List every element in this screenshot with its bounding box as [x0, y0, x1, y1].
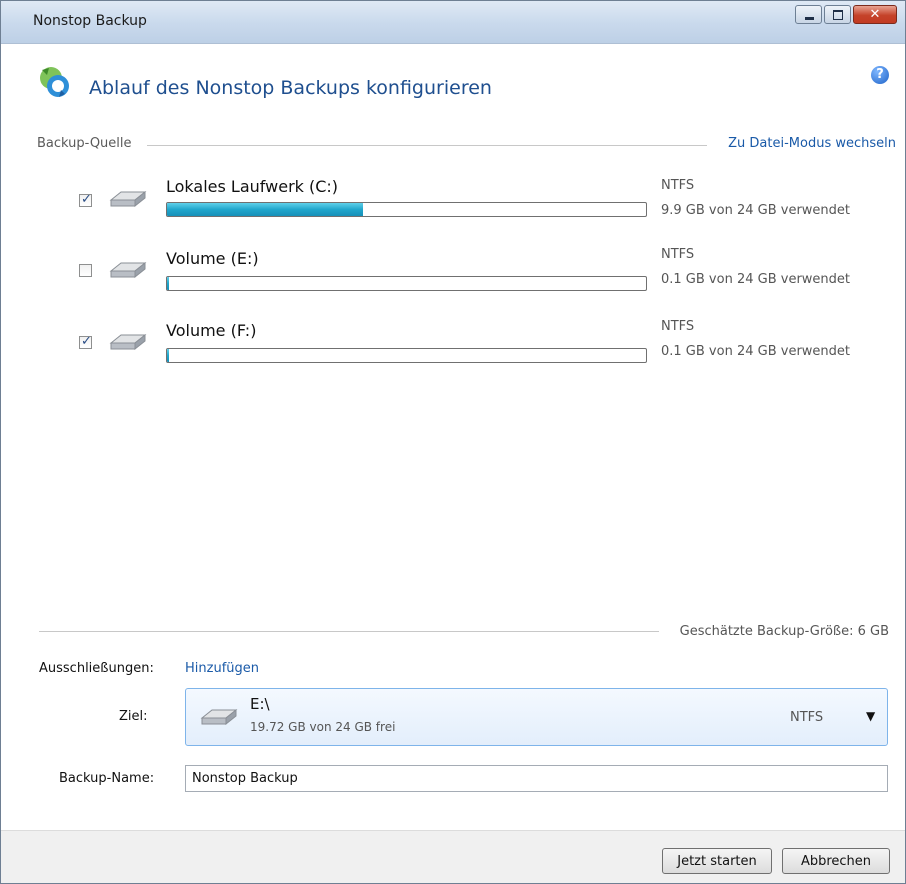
usage-fill — [167, 203, 364, 216]
drive-checkbox[interactable] — [79, 264, 92, 277]
minimize-button[interactable] — [795, 5, 822, 24]
filesystem-label: NTFS — [661, 247, 695, 262]
hard-drive-icon — [109, 333, 147, 351]
hard-drive-icon — [109, 261, 147, 279]
drive-usage-bar — [166, 202, 647, 217]
section-divider — [147, 145, 707, 146]
minimize-icon — [805, 17, 814, 20]
estimated-backup-size: Geschätzte Backup-Größe: 6 GB — [679, 624, 889, 639]
close-button[interactable]: ✕ — [853, 5, 897, 24]
destination-label: Ziel: — [119, 709, 148, 724]
hard-drive-icon — [200, 708, 238, 726]
usage-fill — [167, 349, 169, 362]
dropdown-arrow-icon: ▼ — [866, 709, 876, 723]
backup-name-label: Backup-Name: — [59, 771, 155, 786]
exclusions-label: Ausschließungen: — [39, 661, 154, 676]
backup-source-label: Backup-Quelle — [37, 136, 132, 151]
title-bar: Nonstop Backup ✕ — [1, 1, 905, 44]
drive-usage-bar — [166, 276, 647, 291]
destination-free-space: 19.72 GB von 24 GB frei — [250, 720, 396, 734]
check-icon: ✓ — [81, 334, 92, 349]
drive-usage-bar — [166, 348, 647, 363]
switch-to-file-mode-link[interactable]: Zu Datei-Modus wechseln — [728, 136, 896, 151]
filesystem-label: NTFS — [661, 319, 695, 334]
window-controls: ✕ — [793, 5, 897, 24]
drive-name: Volume (E:) — [166, 249, 259, 268]
destination-path: E:\ — [250, 695, 270, 713]
maximize-button[interactable] — [824, 5, 851, 24]
drive-row: ✓ Volume (F:) NTFS 0.1 GB von 24 GB verw… — [9, 318, 897, 378]
check-icon: ✓ — [81, 192, 92, 207]
window-title: Nonstop Backup — [33, 13, 147, 29]
hard-drive-icon — [109, 190, 147, 208]
usage-text: 0.1 GB von 24 GB verwendet — [661, 272, 851, 287]
cancel-button[interactable]: Abbrechen — [782, 848, 890, 874]
nonstop-backup-icon — [40, 67, 69, 97]
drive-checkbox[interactable]: ✓ — [79, 192, 92, 207]
destination-select[interactable]: E:\ 19.72 GB von 24 GB frei NTFS ▼ — [185, 688, 888, 746]
close-icon: ✕ — [869, 7, 881, 22]
drive-row: ✓ Lokales Laufwerk (C:) NTFS 9.9 GB von … — [9, 172, 897, 232]
button-bar: Jetzt starten Abbrechen — [1, 830, 905, 883]
drive-row: Volume (E:) NTFS 0.1 GB von 24 GB verwen… — [9, 246, 897, 306]
estimate-divider — [39, 631, 659, 632]
page-title: Ablauf des Nonstop Backups konfigurieren — [89, 77, 492, 99]
destination-filesystem: NTFS — [790, 710, 824, 725]
add-exclusion-link[interactable]: Hinzufügen — [185, 661, 259, 676]
drive-checkbox[interactable]: ✓ — [79, 334, 92, 349]
usage-fill — [167, 277, 169, 290]
drive-name: Volume (F:) — [166, 321, 257, 340]
maximize-icon — [833, 10, 843, 20]
main-content: Ablauf des Nonstop Backups konfigurieren… — [9, 44, 897, 830]
drive-name: Lokales Laufwerk (C:) — [166, 177, 339, 196]
backup-name-input[interactable] — [185, 765, 888, 792]
filesystem-label: NTFS — [661, 178, 695, 193]
usage-text: 0.1 GB von 24 GB verwendet — [661, 344, 851, 359]
start-now-button[interactable]: Jetzt starten — [662, 848, 772, 874]
help-icon[interactable]: ? — [871, 66, 889, 84]
usage-text: 9.9 GB von 24 GB verwendet — [661, 203, 851, 218]
nonstop-backup-window: Nonstop Backup ✕ Ablauf des Nonstop Back… — [0, 0, 906, 884]
